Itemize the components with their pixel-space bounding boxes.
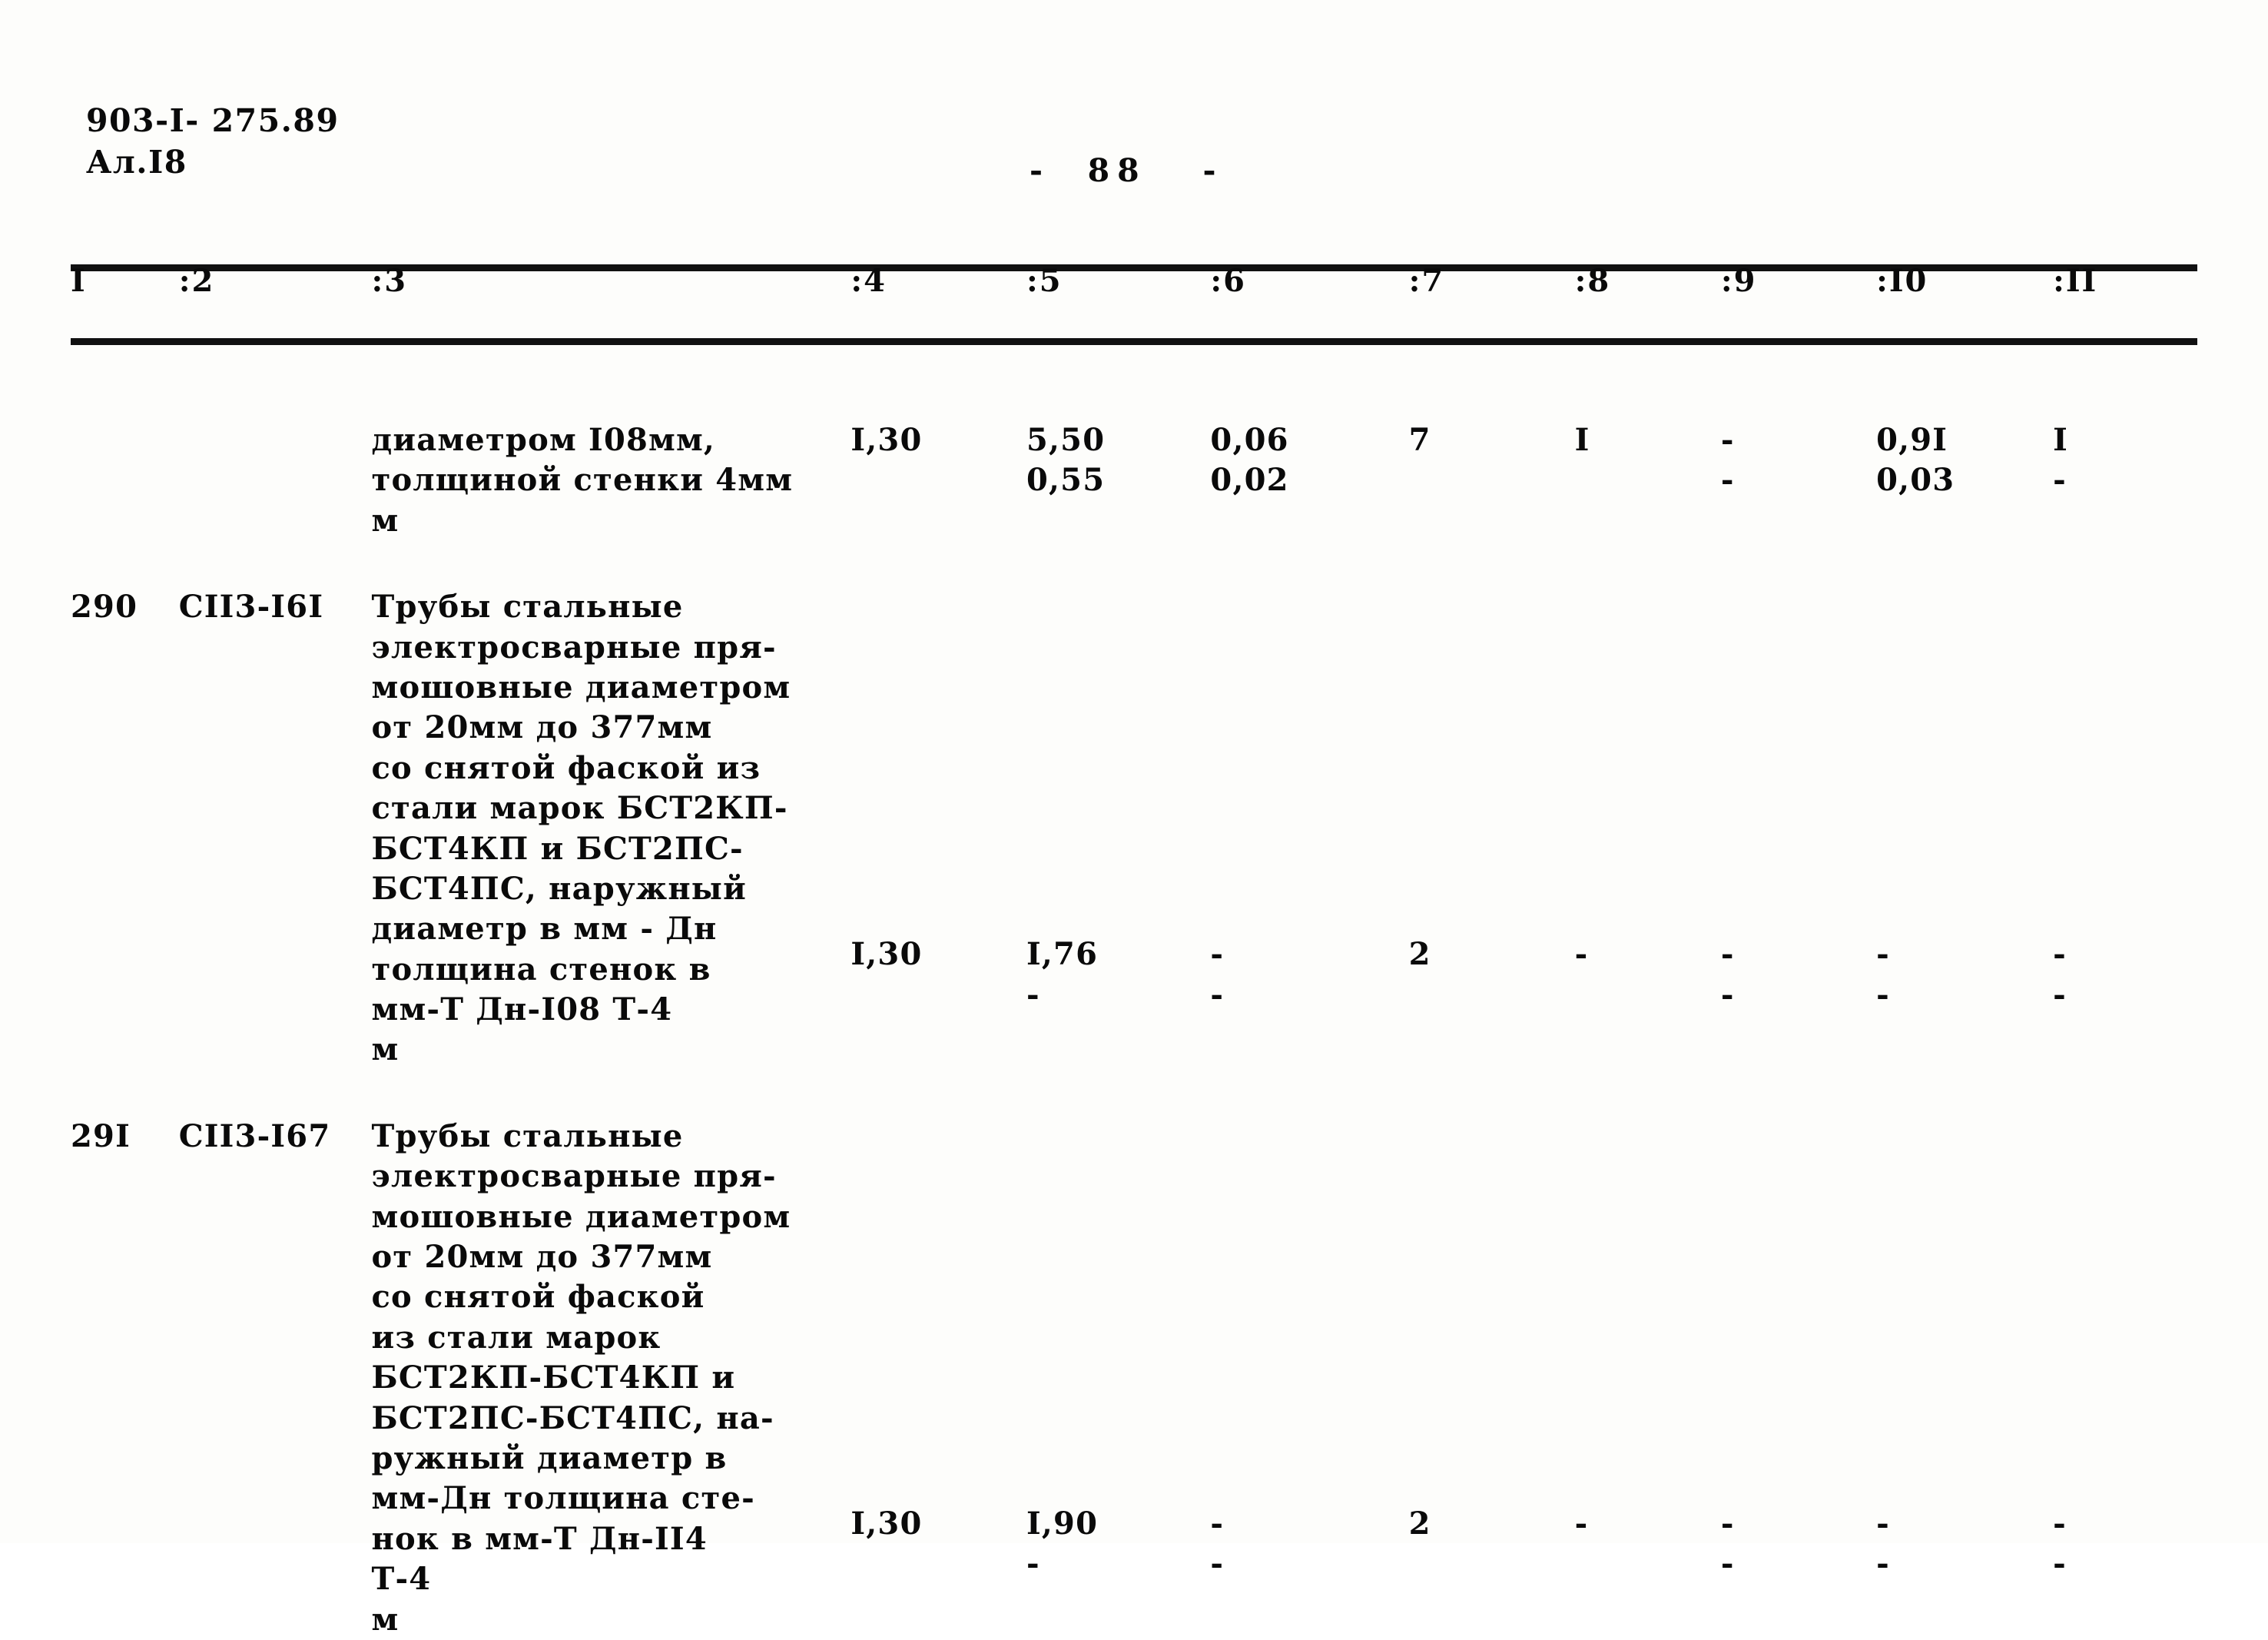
column-header-11: :II <box>2053 263 2098 299</box>
row-value-col11-line1: - <box>2053 936 2066 973</box>
row-value-col5-line2: - <box>1026 976 1040 1013</box>
data-table: I :2 :3 :4 :5 :6 :7 :8 :9 :I0 :II диамет… <box>71 0 2197 1640</box>
row-value-col6-line2: - <box>1210 1545 1224 1582</box>
row-value-col11-line1: - <box>2053 1505 2066 1542</box>
column-header-row: I :2 :3 :4 :5 :6 :7 :8 :9 :I0 :II <box>71 263 2197 374</box>
column-header-4: :4 <box>850 263 887 299</box>
row-value-col6-line1: 0,06 <box>1210 422 1289 458</box>
row-value-col10-line1: - <box>1876 936 1889 973</box>
row-value-col11: - - <box>2031 1114 2197 1640</box>
table-row: диаметром I08мм, толщиной стенки 4мм м I… <box>71 417 2197 541</box>
row-value-col6-line1: - <box>1210 936 1224 973</box>
column-header-2: :2 <box>178 263 215 299</box>
column-header-1: I <box>71 263 87 299</box>
row-value-col7: 2 <box>1408 1505 1431 1542</box>
row-description: Трубы стальные электросварные пря- мошов… <box>371 1117 791 1638</box>
row-value-col5-line1: I,90 <box>1026 1505 1099 1542</box>
row-value-col11-line2: - <box>2053 462 2066 499</box>
row-value-col9-line1: - <box>1720 1505 1734 1542</box>
row-code: СII3-I6I <box>178 589 324 626</box>
row-value-col11-line2: - <box>2053 1545 2066 1582</box>
column-header-10: :I0 <box>1876 263 1928 299</box>
row-code <box>162 417 349 541</box>
row-value-col5-line2: - <box>1026 1545 1040 1582</box>
row-value-col10-line2: 0,03 <box>1876 462 1955 499</box>
column-header-3: :3 <box>371 263 408 299</box>
row-value-col6-line2: 0,02 <box>1210 462 1289 499</box>
row-value-col5: I,76 - <box>1003 584 1185 1071</box>
row-value-col10-line1: - <box>1876 1505 1889 1542</box>
row-value-col9-line2: - <box>1720 1545 1734 1582</box>
row-value-col9-line2: - <box>1720 976 1734 1013</box>
spacer-row <box>71 541 2197 584</box>
row-number: 29I <box>71 1117 131 1154</box>
row-value-col9-line2: - <box>1720 462 1734 499</box>
row-value-col6-line2: - <box>1210 976 1224 1013</box>
row-description: Трубы стальные электросварные пря- мошов… <box>371 589 791 1068</box>
row-description: диаметром I08мм, толщиной стенки 4мм м <box>371 422 794 539</box>
row-value-col9: - - <box>1704 417 1853 541</box>
column-header-6: :6 <box>1210 263 1247 299</box>
spacer-after-header <box>71 374 2197 417</box>
table-row: 29I СII3-I67 Трубы стальные электросварн… <box>71 1114 2197 1640</box>
row-value-col8: I <box>1574 422 1590 458</box>
row-value-col4: I,30 <box>850 1505 923 1542</box>
row-value-col5: 5,50 0,55 <box>1003 417 1185 541</box>
row-value-col4: I,30 <box>850 422 923 458</box>
row-value-col6: 0,06 0,02 <box>1185 417 1376 541</box>
row-value-col10-line2: - <box>1876 976 1889 1013</box>
row-value-col9: - - <box>1704 1114 1853 1640</box>
row-code: СII3-I67 <box>178 1117 331 1154</box>
row-value-col4: I,30 <box>850 936 923 973</box>
table-row: 290 СII3-I6I Трубы стальные электросварн… <box>71 584 2197 1071</box>
row-value-col10-line2: - <box>1876 1545 1889 1582</box>
row-value-col6-line1: - <box>1210 1505 1224 1542</box>
row-value-col11-line2: - <box>2053 976 2066 1013</box>
column-header-5: :5 <box>1026 263 1063 299</box>
row-value-col11: - - <box>2031 584 2197 1071</box>
row-value-col5-line1: I,76 <box>1026 936 1099 973</box>
spacer-row <box>71 1071 2197 1114</box>
row-value-col11-line1: I <box>2053 422 2068 458</box>
row-value-col10-line1: 0,9I <box>1876 422 1948 458</box>
row-value-col5-line2: 0,55 <box>1026 462 1106 499</box>
row-value-col10: - - <box>1853 584 2031 1071</box>
row-value-col6: - - <box>1185 584 1376 1071</box>
row-value-col9: - - <box>1704 584 1853 1071</box>
row-value-col10: 0,9I 0,03 <box>1853 417 2031 541</box>
row-number: 290 <box>71 589 138 626</box>
row-value-col8: - <box>1574 936 1589 973</box>
column-header-9: :9 <box>1720 263 1757 299</box>
column-header-7: :7 <box>1408 263 1445 299</box>
row-value-col9-line1: - <box>1720 422 1734 458</box>
row-value-col5: I,90 - <box>1003 1114 1185 1640</box>
row-value-col7: 7 <box>1408 422 1431 458</box>
row-value-col11: I - <box>2031 417 2197 541</box>
row-value-col6: - - <box>1185 1114 1376 1640</box>
row-value-col9-line1: - <box>1720 936 1734 973</box>
row-value-col8: - <box>1574 1505 1589 1542</box>
document-page: 903-I- 275.89 Ал.I8 - 88 - I :2 :3 :4:5… <box>0 0 2268 1638</box>
row-value-col5-line1: 5,50 <box>1026 422 1106 458</box>
row-value-col7: 2 <box>1408 936 1431 973</box>
row-number <box>71 417 162 541</box>
row-value-col10: - - <box>1853 1114 2031 1640</box>
column-header-8: :8 <box>1574 263 1611 299</box>
